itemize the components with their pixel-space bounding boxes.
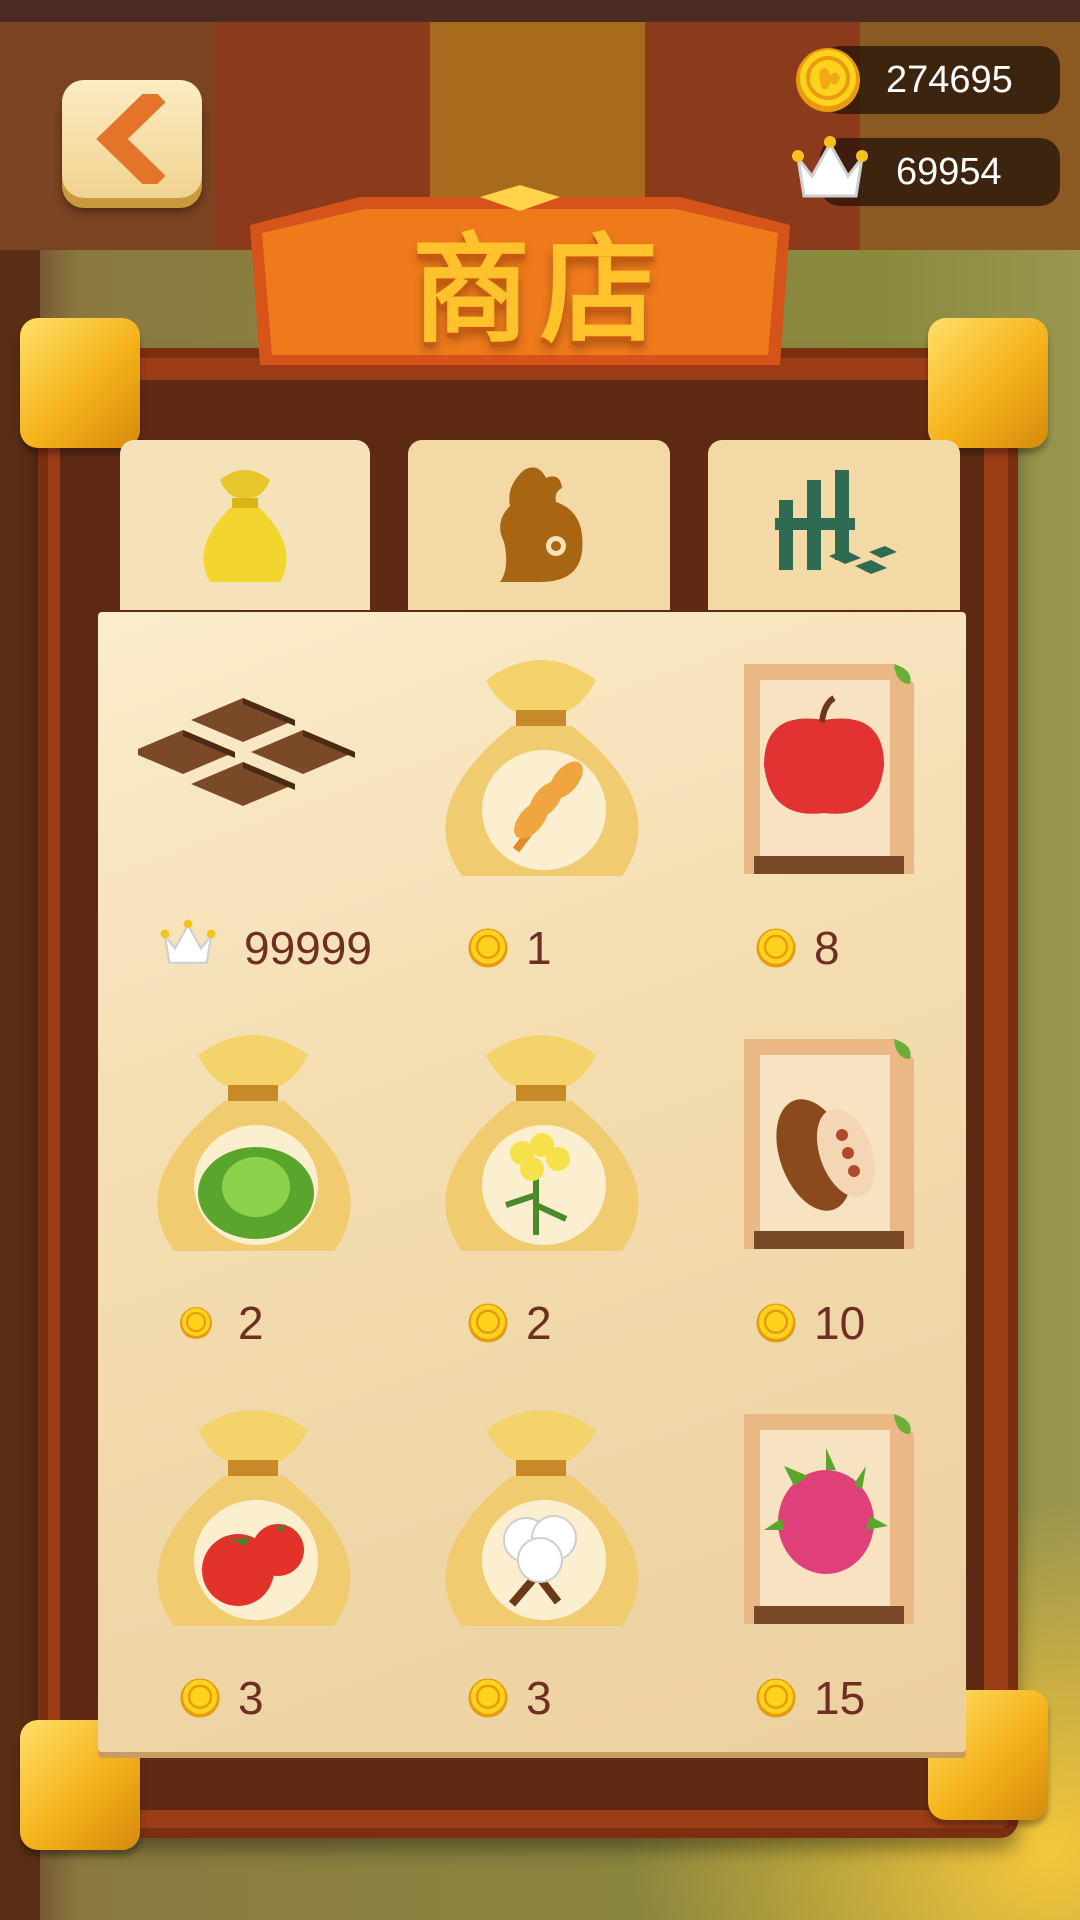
top-edge [0, 0, 1080, 22]
coin-icon [756, 1678, 796, 1718]
shop-item-apple[interactable]: 8 [694, 650, 964, 990]
price-row: 2 [406, 1293, 676, 1353]
chicken-icon [500, 467, 583, 582]
coin-icon [180, 1307, 212, 1339]
crown-icon [792, 136, 868, 198]
dragonfruit-seed-packet-icon [744, 1414, 914, 1624]
coin-icon [468, 1678, 508, 1718]
shop-item-cocoa[interactable]: 10 [694, 1025, 964, 1365]
price-value: 3 [526, 1672, 552, 1724]
rapeseed-flower-seed-bag-icon [445, 1035, 639, 1251]
price-row: 3 [406, 1668, 676, 1728]
corner-ornament [928, 318, 1048, 448]
crown-count: 69954 [896, 151, 1002, 193]
coin-icon [468, 1303, 508, 1343]
price-value: 99999 [244, 922, 372, 974]
shop-item-tomato[interactable]: 3 [118, 1400, 388, 1740]
price-value: 3 [238, 1672, 264, 1724]
cabbage-seed-bag-icon [157, 1035, 351, 1251]
shop-item-cotton[interactable]: 3 [406, 1400, 676, 1740]
farm-plot-icon [138, 698, 355, 806]
price-row: 99999 [118, 918, 388, 978]
wheat-seed-bag-icon [445, 660, 639, 876]
price-row: 10 [694, 1293, 964, 1353]
shop-item-rapeseed[interactable]: 2 [406, 1025, 676, 1365]
price-value: 1 [526, 922, 552, 974]
price-value: 2 [238, 1297, 264, 1349]
crown-icon [160, 919, 216, 964]
price-row: 1 [406, 918, 676, 978]
price-row: 8 [694, 918, 964, 978]
tomato-seed-bag-icon [157, 1410, 351, 1626]
coin-icon [756, 928, 796, 968]
shop-item-cabbage[interactable]: 2 [118, 1025, 388, 1365]
tab-seeds[interactable] [120, 440, 370, 610]
price-row: 15 [694, 1668, 964, 1728]
back-button[interactable] [62, 80, 202, 198]
coin-count: 274695 [886, 59, 1013, 101]
fence-building-icon [775, 470, 897, 574]
shop-item-wheat[interactable]: 1 [406, 650, 676, 990]
chevron-left-icon [96, 94, 166, 184]
coin-icon [756, 1303, 796, 1343]
price-row: 2 [118, 1293, 388, 1353]
seed-bag-icon [203, 470, 287, 582]
shop-item-dragonfruit[interactable]: 15 [694, 1400, 964, 1740]
cocoa-seed-packet-icon [744, 1039, 914, 1249]
shop-item-farm-plot[interactable]: 99999 [118, 650, 388, 990]
apple-seed-packet-icon [744, 664, 914, 874]
coin-icon [180, 1678, 220, 1718]
price-value: 15 [814, 1672, 866, 1724]
coin-icon [468, 928, 508, 968]
coin-icon [796, 48, 860, 112]
tab-buildings[interactable] [708, 440, 960, 610]
tab-animals[interactable] [408, 440, 670, 610]
corner-ornament [20, 318, 140, 448]
page-title: 商店 [411, 221, 668, 359]
price-value: 10 [814, 1297, 866, 1349]
price-value: 8 [814, 922, 840, 974]
price-row: 3 [118, 1668, 388, 1728]
price-value: 2 [526, 1297, 552, 1349]
cotton-seed-bag-icon [445, 1410, 639, 1626]
